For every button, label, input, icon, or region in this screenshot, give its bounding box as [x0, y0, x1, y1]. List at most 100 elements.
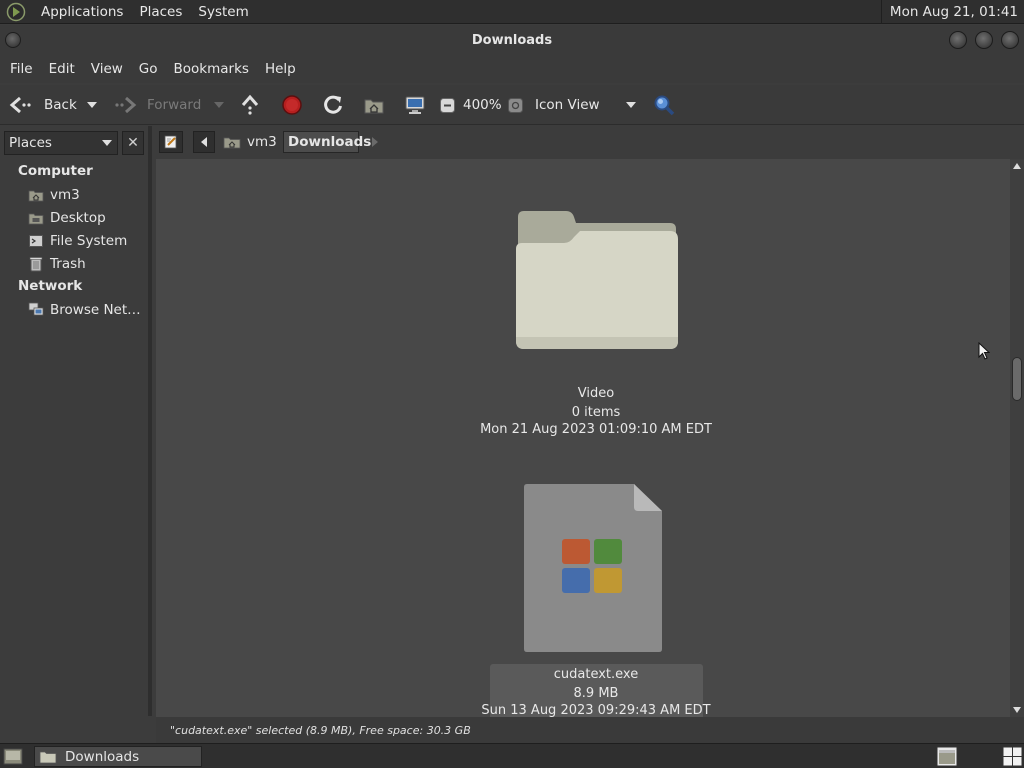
- reload-button[interactable]: [322, 85, 344, 125]
- sidebar-item-label: Browse Net…: [50, 302, 141, 318]
- computer-icon: [405, 96, 425, 114]
- forward-button[interactable]: Forward: [114, 85, 201, 125]
- window-menu-button[interactable]: [5, 32, 21, 48]
- status-bar: "cudatext.exe" selected (8.9 MB), Free s…: [156, 717, 1024, 743]
- file-info: 8.9 MB: [573, 686, 619, 701]
- breadcrumb-downloads[interactable]: Downloads: [283, 131, 371, 153]
- breadcrumb-label: vm3: [247, 134, 277, 150]
- menu-file[interactable]: File: [2, 61, 41, 77]
- toggle-location-entry-button[interactable]: [159, 131, 183, 153]
- back-history-dropdown[interactable]: [86, 85, 98, 125]
- window-title: Downloads: [471, 32, 553, 48]
- window-titlebar[interactable]: Downloads: [0, 25, 1024, 55]
- vertical-scrollbar[interactable]: [1010, 159, 1024, 717]
- back-label: Back: [44, 97, 77, 113]
- sidebar-item-vm3[interactable]: vm3: [28, 185, 80, 205]
- computer-button[interactable]: [404, 85, 426, 125]
- chevron-left-icon: [201, 137, 207, 147]
- sidebar-header-computer: Computer: [18, 163, 93, 179]
- chevron-down-icon: [87, 102, 97, 108]
- menu-edit[interactable]: Edit: [41, 61, 83, 77]
- zoom-level[interactable]: 400%: [463, 85, 502, 125]
- zoom-in-button[interactable]: [508, 85, 523, 125]
- places-menu[interactable]: Places: [131, 4, 190, 20]
- executable-icon: [524, 484, 662, 652]
- sidebar-header-network: Network: [18, 278, 83, 294]
- system-menu[interactable]: System: [190, 4, 256, 20]
- sidebar-item-browse-network[interactable]: Browse Net…: [28, 300, 141, 320]
- mouse-cursor-icon: [978, 342, 990, 360]
- home-button[interactable]: [363, 85, 385, 125]
- path-scroll-right-button[interactable]: [367, 131, 383, 153]
- zoom-in-icon: [508, 97, 523, 113]
- sidebar-item-file-system[interactable]: File System: [28, 231, 127, 251]
- folder-icon: [516, 211, 678, 349]
- breadcrumb-label: Downloads: [288, 134, 372, 150]
- sidebar: Places ✕ Computer vm3 Desktop File Syste…: [0, 126, 152, 716]
- home-folder-icon: [28, 187, 44, 203]
- menu-help[interactable]: Help: [257, 61, 304, 77]
- chevron-down-icon: [102, 140, 112, 146]
- sidebar-item-desktop[interactable]: Desktop: [28, 208, 106, 228]
- workspace-switcher-icon[interactable]: [1002, 746, 1023, 767]
- sidebar-item-label: Desktop: [50, 210, 106, 226]
- back-arrow-icon: [9, 96, 31, 114]
- scrollbar-thumb[interactable]: [1012, 357, 1022, 401]
- forward-arrow-icon: [115, 96, 137, 114]
- show-desktop-icon[interactable]: [3, 748, 23, 765]
- taskbar-item-label: Downloads: [65, 748, 140, 765]
- file-date: Sun 13 Aug 2023 09:29:43 AM EDT: [481, 703, 711, 717]
- drive-icon: [28, 233, 44, 249]
- sidebar-selector[interactable]: Places: [4, 131, 118, 155]
- home-folder-icon: [364, 99, 384, 114]
- breadcrumb-vm3[interactable]: vm3: [219, 131, 281, 153]
- trash-icon: [28, 256, 44, 272]
- stop-icon: [282, 95, 302, 115]
- chevron-down-icon: [214, 102, 224, 108]
- edit-icon: [164, 135, 177, 149]
- distro-logo-icon[interactable]: [5, 1, 27, 23]
- workspace-icon[interactable]: [936, 746, 958, 767]
- scroll-up-arrow-icon[interactable]: [1013, 163, 1021, 169]
- applications-menu[interactable]: Applications: [33, 4, 131, 20]
- menubar: File Edit View Go Bookmarks Help: [0, 55, 1024, 83]
- sidebar-item-label: vm3: [50, 187, 80, 203]
- minimize-button[interactable]: [949, 31, 967, 49]
- menu-go[interactable]: Go: [131, 61, 166, 77]
- chevron-right-icon: [372, 137, 378, 147]
- view-mode-label: Icon View: [535, 97, 600, 113]
- sidebar-close-button[interactable]: ✕: [122, 131, 144, 155]
- view-mode-dropdown[interactable]: [625, 85, 637, 125]
- forward-history-dropdown[interactable]: [213, 85, 225, 125]
- file-date: Mon 21 Aug 2023 01:09:10 AM EDT: [480, 422, 712, 437]
- stop-button[interactable]: [281, 85, 303, 125]
- zoom-out-button[interactable]: [440, 85, 455, 125]
- status-text: "cudatext.exe" selected (8.9 MB), Free s…: [170, 723, 471, 737]
- search-button[interactable]: [653, 85, 675, 125]
- up-button[interactable]: [240, 85, 260, 125]
- reload-icon: [324, 95, 342, 114]
- path-scroll-left-button[interactable]: [193, 131, 215, 153]
- back-button[interactable]: Back: [8, 85, 77, 125]
- forward-label: Forward: [147, 97, 202, 113]
- sidebar-selector-label: Places: [9, 135, 52, 151]
- up-arrow-icon: [241, 94, 259, 115]
- zoom-out-icon: [440, 97, 455, 113]
- file-info: 0 items: [571, 405, 621, 420]
- sidebar-item-label: File System: [50, 233, 128, 249]
- sidebar-item-label: Trash: [50, 256, 86, 272]
- menu-view[interactable]: View: [83, 61, 131, 77]
- file-name: Video: [577, 386, 615, 401]
- menu-bookmarks[interactable]: Bookmarks: [166, 61, 257, 77]
- taskbar-item-downloads[interactable]: Downloads: [34, 746, 202, 767]
- sidebar-item-trash[interactable]: Trash: [28, 254, 86, 274]
- top-panel: Applications Places System Mon Aug 21, 0…: [0, 0, 1024, 24]
- view-mode-select[interactable]: Icon View: [535, 85, 600, 125]
- maximize-button[interactable]: [975, 31, 993, 49]
- chevron-down-icon: [626, 102, 636, 108]
- scroll-down-arrow-icon[interactable]: [1013, 707, 1021, 713]
- file-view[interactable]: Video 0 items Mon 21 Aug 2023 01:09:10 A…: [156, 159, 1010, 717]
- close-button[interactable]: [1001, 31, 1019, 49]
- toolbar: Back Forward 400% Icon View: [0, 85, 1024, 125]
- clock[interactable]: Mon Aug 21, 01:41: [880, 0, 1024, 24]
